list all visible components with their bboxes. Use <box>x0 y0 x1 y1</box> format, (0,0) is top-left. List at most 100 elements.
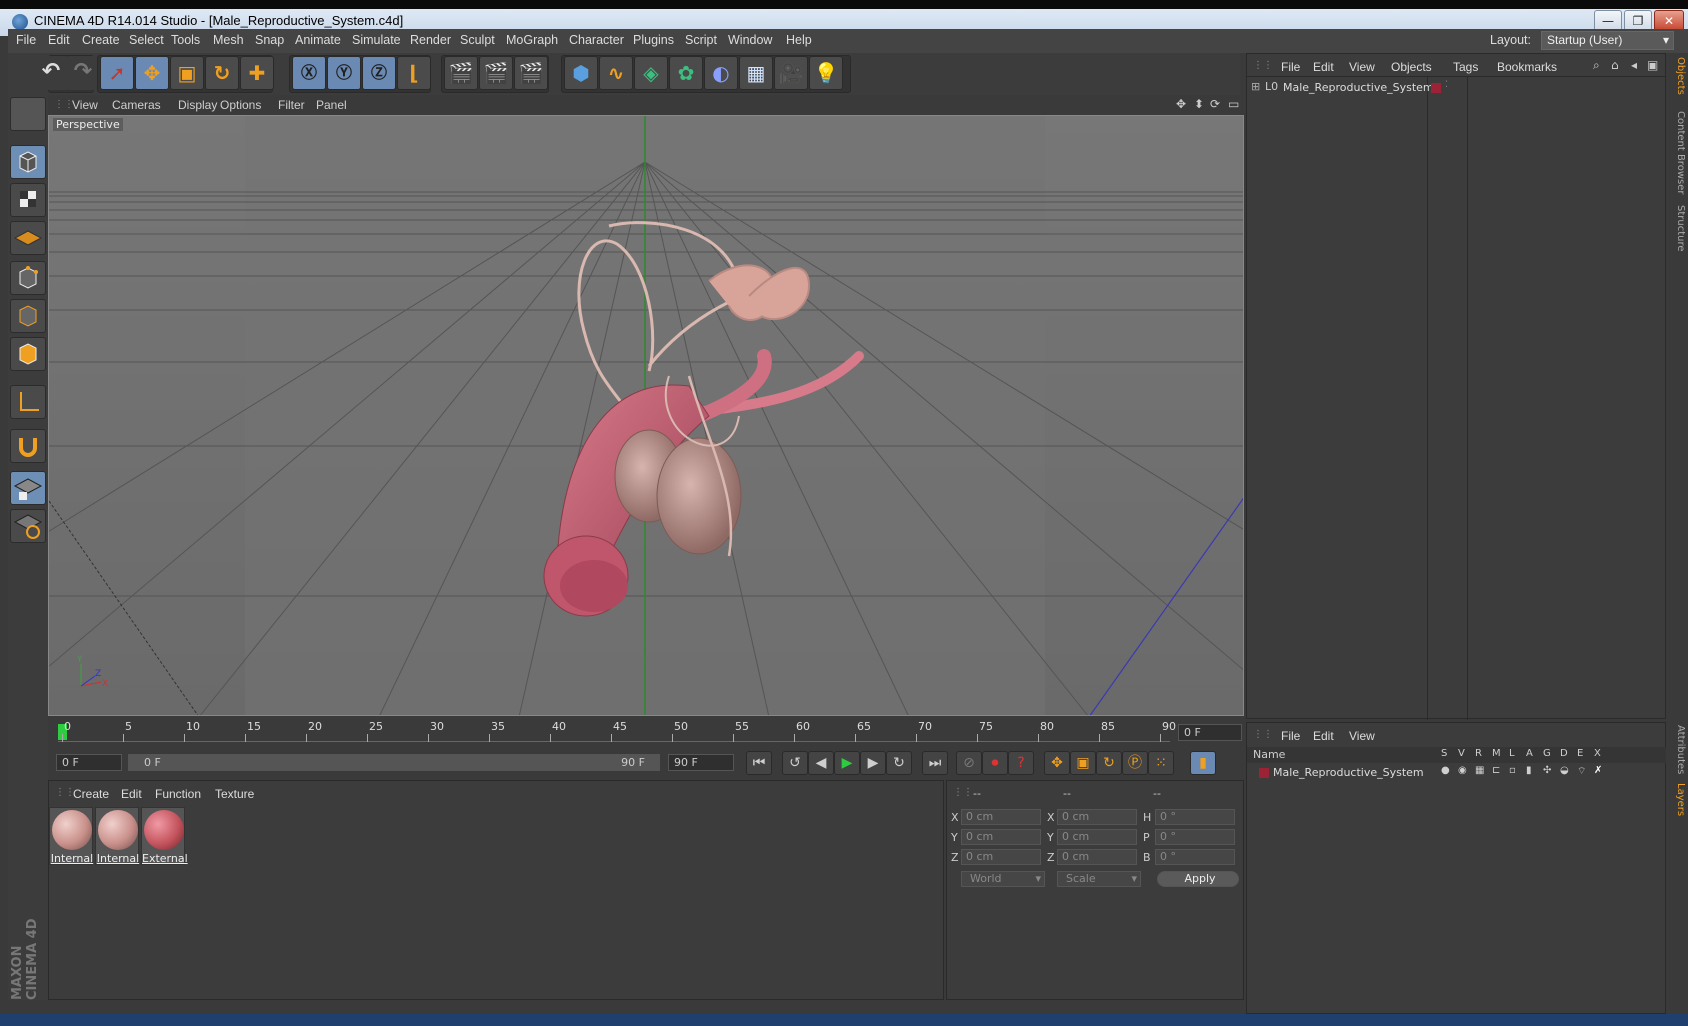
column-g[interactable]: G <box>1543 748 1551 759</box>
add-cube-button[interactable]: ⬢ <box>564 56 598 90</box>
menu-select[interactable]: Select <box>129 33 164 47</box>
eye-icon[interactable]: ◉ <box>1458 765 1467 776</box>
move-tool-button[interactable]: ✥ <box>135 56 169 90</box>
coordinate-mode-dropdown[interactable]: World ▾ <box>961 871 1045 887</box>
column-r[interactable]: R <box>1475 748 1482 759</box>
zoom-icon[interactable]: ⬍ <box>1194 97 1204 111</box>
back-icon[interactable]: ◂ <box>1631 58 1637 72</box>
texture-mode-button[interactable] <box>10 183 46 217</box>
menu-file[interactable]: File <box>16 33 36 47</box>
render-view-button[interactable]: 🎬 <box>444 56 478 90</box>
menu-animate[interactable]: Animate <box>295 33 341 47</box>
render-settings-button[interactable]: 🎬 <box>514 56 548 90</box>
make-editable-button[interactable] <box>10 97 46 131</box>
size-y-input[interactable]: 0 cm <box>1057 829 1137 845</box>
object-menu-tags[interactable]: Tags <box>1453 60 1478 74</box>
lock-icon[interactable]: ▫ <box>1509 765 1516 776</box>
add-array-button[interactable]: ✿ <box>669 56 703 90</box>
column-x[interactable]: X <box>1594 748 1601 759</box>
record-button[interactable]: ⏺ <box>982 751 1008 775</box>
layer-menu-edit[interactable]: Edit <box>1313 729 1334 743</box>
render-icon[interactable]: ▦ <box>1475 765 1484 776</box>
solo-dot-icon[interactable]: ● <box>1441 765 1450 776</box>
layer-color-swatch[interactable] <box>1259 768 1269 778</box>
add-scene-button[interactable]: ▦ <box>739 56 773 90</box>
size-x-input[interactable]: 0 cm <box>1057 809 1137 825</box>
current-frame-field[interactable]: 0 F <box>1178 724 1242 741</box>
material-menu-function[interactable]: Function <box>155 787 201 801</box>
menu-create[interactable]: Create <box>82 33 120 47</box>
viewport-menu-cameras[interactable]: Cameras <box>112 98 161 112</box>
last-tool-button[interactable]: ✚ <box>240 56 274 90</box>
viewport-menu-panel[interactable]: Panel <box>316 98 347 112</box>
menu-mograph[interactable]: MoGraph <box>506 33 558 47</box>
rot-p-input[interactable]: 0 ° <box>1155 829 1235 845</box>
column-l[interactable]: L <box>1509 748 1515 759</box>
menu-help[interactable]: Help <box>786 33 812 47</box>
viewport-menu-options[interactable]: Options <box>220 98 261 112</box>
xref-icon[interactable]: ✗ <box>1594 765 1602 776</box>
menu-script[interactable]: Script <box>685 33 717 47</box>
add-nurbs-button[interactable]: ◈ <box>634 56 668 90</box>
layout-dropdown[interactable]: Startup (User) ▾ <box>1541 31 1674 50</box>
material-swatch[interactable]: External <box>141 807 188 865</box>
next-frame-button[interactable]: ▶ <box>860 751 886 775</box>
model-mode-button[interactable] <box>10 145 46 179</box>
add-deformer-button[interactable]: ◐ <box>704 56 738 90</box>
workplane-mode-button[interactable] <box>10 221 46 255</box>
key-parameter-button[interactable]: Ⓟ <box>1122 751 1148 775</box>
go-to-start-button[interactable]: ⏮ <box>746 751 772 775</box>
snap-button[interactable] <box>10 429 46 463</box>
rot-h-input[interactable]: 0 ° <box>1155 809 1235 825</box>
go-to-end-button[interactable]: ⏭ <box>922 751 948 775</box>
solo-button[interactable] <box>10 509 46 543</box>
column-e[interactable]: E <box>1577 748 1583 759</box>
menu-plugins[interactable]: Plugins <box>633 33 674 47</box>
tab-structure[interactable]: Structure <box>1668 205 1686 252</box>
material-menu-texture[interactable]: Texture <box>215 787 254 801</box>
visibility-dots-icon[interactable]: ⁚ <box>1445 80 1448 90</box>
y-axis-lock-button[interactable]: Ⓨ <box>327 56 361 90</box>
add-camera-button[interactable]: 🎥 <box>774 56 808 90</box>
search-icon[interactable]: ⌕ <box>1593 58 1600 73</box>
next-key-button[interactable]: ↻ <box>886 751 912 775</box>
tab-attributes[interactable]: Attributes <box>1668 725 1686 774</box>
play-button[interactable]: ▶ <box>834 751 860 775</box>
tab-content-browser[interactable]: Content Browser <box>1668 111 1686 194</box>
end-frame-field[interactable]: 90 F <box>668 754 734 771</box>
pos-z-input[interactable]: 0 cm <box>961 849 1041 865</box>
column-d[interactable]: D <box>1560 748 1568 759</box>
home-icon[interactable]: ⌂ <box>1611 58 1619 72</box>
key-position-button[interactable]: ✥ <box>1044 751 1070 775</box>
tab-layers[interactable]: Layers <box>1668 783 1686 816</box>
add-light-button[interactable]: 💡 <box>809 56 843 90</box>
new-view-icon[interactable]: ▣ <box>1647 58 1658 72</box>
menu-render[interactable]: Render <box>410 33 451 47</box>
object-row[interactable]: ⊞ L0 Male_Reproductive_System ⁚ <box>1247 80 1667 98</box>
material-swatch[interactable]: Internal <box>49 807 93 865</box>
expand-icon[interactable]: ⊞ <box>1251 80 1260 93</box>
material-swatch[interactable]: Internal <box>95 807 139 865</box>
rot-b-input[interactable]: 0 ° <box>1155 849 1235 865</box>
menu-character[interactable]: Character <box>569 33 624 47</box>
column-a[interactable]: A <box>1526 748 1533 759</box>
polygons-mode-button[interactable] <box>10 337 46 371</box>
previous-frame-button[interactable]: ◀ <box>808 751 834 775</box>
layer-menu-file[interactable]: File <box>1281 729 1300 743</box>
object-menu-bookmarks[interactable]: Bookmarks <box>1497 60 1557 74</box>
key-scale-button[interactable]: ▣ <box>1070 751 1096 775</box>
column-m[interactable]: M <box>1492 748 1501 759</box>
timeline-window-button[interactable]: ▮ <box>1190 751 1216 775</box>
tab-objects[interactable]: Objects <box>1668 57 1686 95</box>
object-menu-file[interactable]: File <box>1281 60 1300 74</box>
menu-simulate[interactable]: Simulate <box>352 33 401 47</box>
render-picture-viewer-button[interactable]: 🎬 <box>479 56 513 90</box>
animation-icon[interactable]: ▮ <box>1526 765 1532 776</box>
column-v[interactable]: V <box>1458 748 1465 759</box>
column-s[interactable]: S <box>1441 748 1447 759</box>
axis-mode-button[interactable] <box>10 385 46 419</box>
key-rotation-button[interactable]: ↻ <box>1096 751 1122 775</box>
redo-button[interactable]: ↷ <box>66 56 100 90</box>
viewport-menu-display[interactable]: Display <box>178 98 217 112</box>
material-menu-edit[interactable]: Edit <box>121 787 142 801</box>
